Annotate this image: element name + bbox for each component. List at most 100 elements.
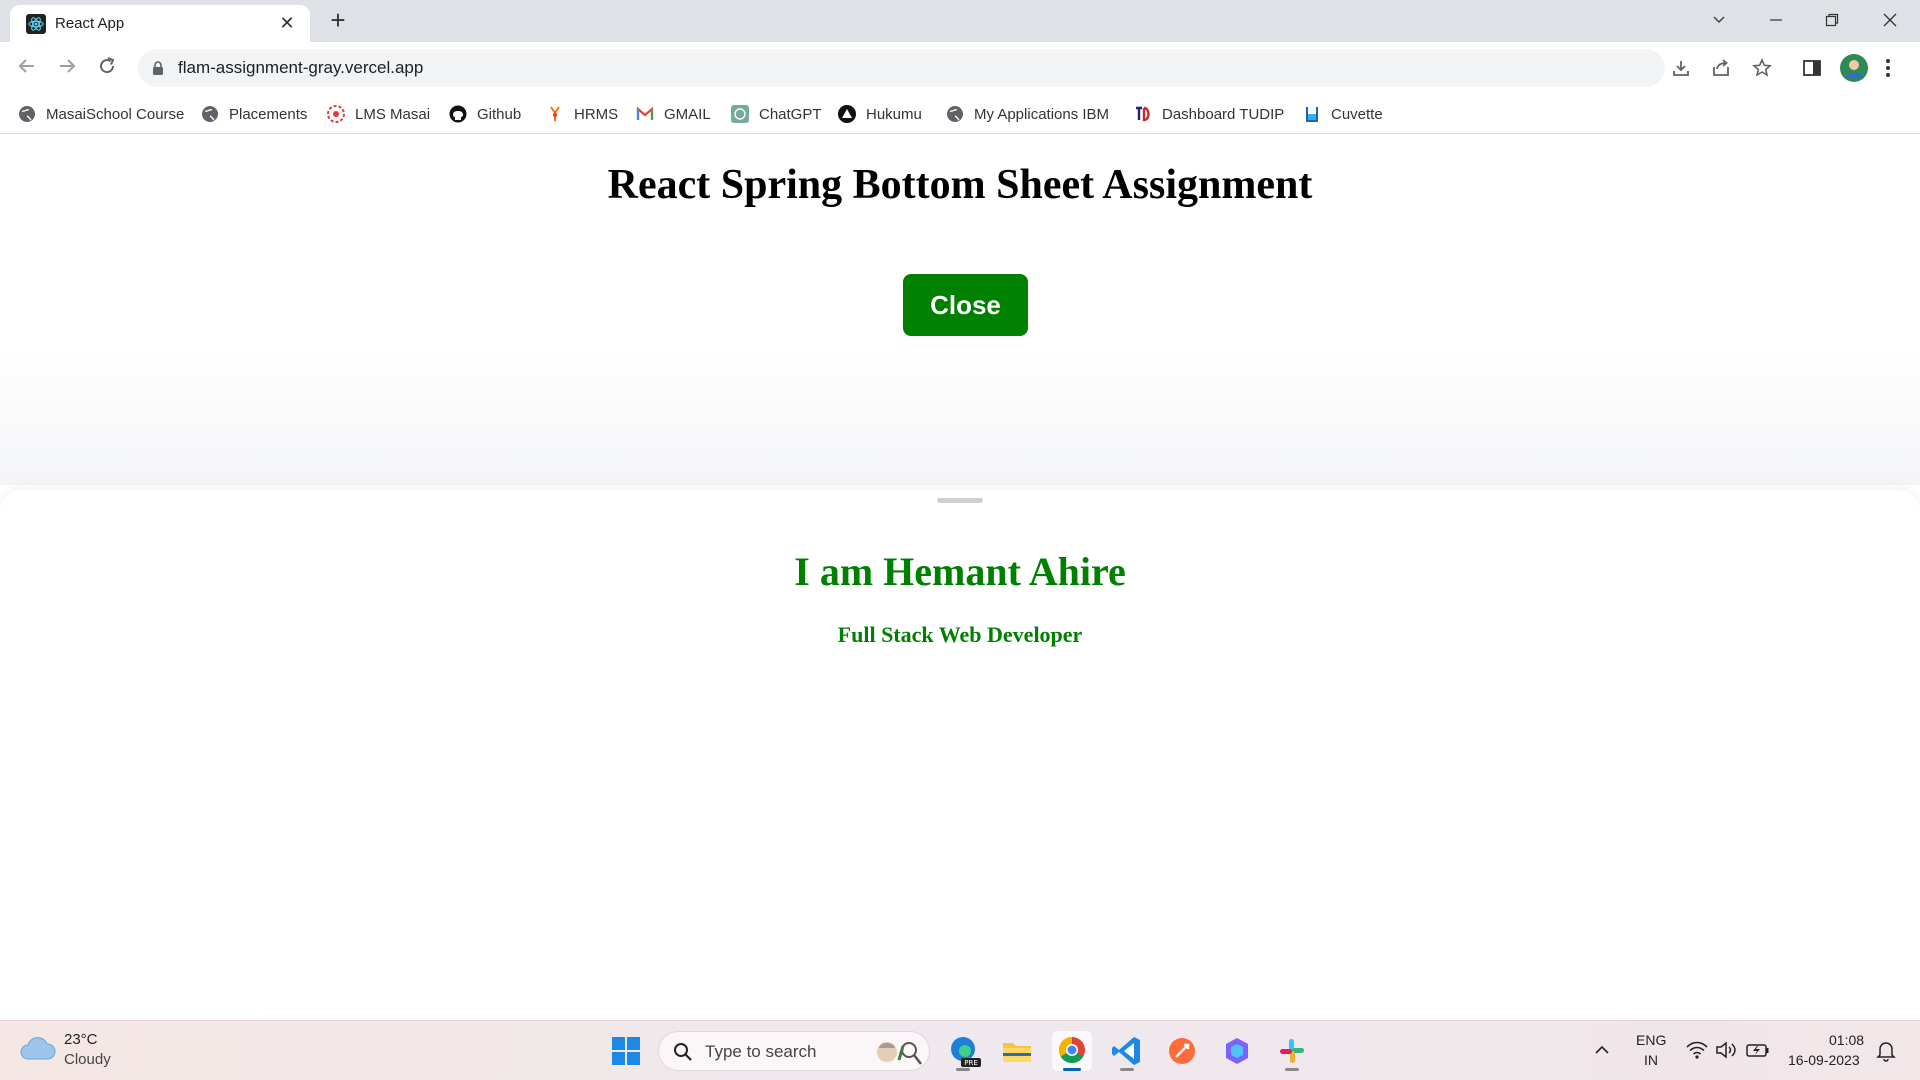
bookmark-label: ChatGPT	[759, 105, 822, 123]
lms-icon	[327, 105, 345, 123]
bookmark-hrms[interactable]: HRMS	[546, 102, 618, 126]
sheet-subheading: Full Stack Web Developer	[837, 622, 1083, 647]
edge-icon: PRE	[951, 1037, 981, 1067]
arrow-right-icon	[60, 59, 76, 73]
sheet-backdrop[interactable]	[0, 345, 1920, 485]
bookmark-gmail[interactable]: GMAIL	[636, 102, 711, 126]
minimize-button[interactable]	[1754, 6, 1798, 36]
browser-toolbar: flam-assignment-gray.vercel.app	[0, 42, 1920, 94]
globe-icon	[947, 106, 963, 122]
restore-icon	[1825, 13, 1839, 27]
copilot-icon	[1226, 1038, 1248, 1064]
chevron-down-icon	[1713, 16, 1725, 24]
hrms-icon	[550, 106, 560, 121]
browser-tab[interactable]: React App ✕	[10, 5, 310, 42]
arrow-left-icon	[18, 59, 34, 73]
taskbar-copilot[interactable]	[1217, 1031, 1257, 1071]
page-content: React Spring Bottom Sheet Assignment Clo…	[0, 135, 1920, 1020]
bookmark-dashboard-tudip[interactable]: Dashboard TUDIP	[1134, 102, 1284, 126]
side-panel-icon[interactable]	[1802, 58, 1822, 78]
tab-search-button[interactable]	[1697, 6, 1741, 36]
vscode-icon	[1112, 1037, 1140, 1065]
bookmarks-bar: MasaiSchool Course Placements LMS Masai …	[0, 94, 1920, 134]
close-icon	[1883, 13, 1897, 27]
running-indicator	[1063, 1068, 1081, 1071]
clock-time[interactable]: 01:08	[1829, 1032, 1864, 1048]
search-placeholder: Type to search	[705, 1042, 817, 1061]
battery-icon[interactable]	[1746, 1041, 1770, 1059]
taskbar-chrome[interactable]	[1052, 1031, 1092, 1071]
notification-bell-icon[interactable]	[1876, 1040, 1896, 1062]
bookmark-star-icon[interactable]	[1752, 58, 1772, 78]
taskbar: 23°C Cloudy Type to search PRE ENG IN 01…	[0, 1020, 1920, 1080]
running-indicator	[956, 1068, 970, 1071]
new-tab-button[interactable]: +	[323, 7, 353, 35]
page-title: React Spring Bottom Sheet Assignment	[607, 162, 1313, 208]
taskbar-edge-preview[interactable]: PRE	[943, 1031, 983, 1071]
reload-icon	[100, 57, 115, 74]
svg-text:PRE: PRE	[964, 1059, 978, 1067]
taskbar-file-explorer[interactable]	[997, 1031, 1037, 1071]
url-text: flam-assignment-gray.vercel.app	[178, 58, 424, 77]
reload-button[interactable]	[92, 54, 122, 84]
tab-title: React App	[55, 15, 125, 32]
browser-tab-strip: React App ✕ +	[0, 0, 1920, 42]
taskbar-slack[interactable]	[1272, 1031, 1312, 1071]
bookmark-chatgpt[interactable]: ChatGPT	[731, 102, 822, 126]
taskbar-postman[interactable]	[1162, 1031, 1202, 1071]
restore-button[interactable]	[1810, 6, 1854, 36]
taskbar-search-box[interactable]: Type to search	[658, 1031, 930, 1071]
wifi-icon[interactable]	[1686, 1041, 1708, 1059]
close-window-button[interactable]	[1868, 6, 1912, 36]
gmail-icon	[636, 106, 654, 120]
bookmark-label: MasaiSchool Course	[46, 105, 185, 123]
taskbar-vscode[interactable]	[1107, 1031, 1147, 1071]
cloud-icon[interactable]	[20, 1035, 56, 1063]
github-icon	[449, 105, 467, 123]
running-indicator	[1120, 1068, 1134, 1071]
bookmark-label: GMAIL	[664, 105, 711, 123]
bookmark-label: Github	[477, 105, 522, 123]
react-favicon-icon	[26, 14, 46, 34]
lock-icon	[153, 61, 163, 75]
bookmark-my-applications-ibm[interactable]: My Applications IBM	[946, 102, 1109, 126]
chrome-icon	[1058, 1036, 1085, 1064]
bookmark-lms-masai[interactable]: LMS Masai	[327, 102, 430, 126]
hukumu-icon	[838, 105, 856, 123]
bookmark-github[interactable]: Github	[449, 102, 521, 126]
bookmark-masaischool-course[interactable]: MasaiSchool Course	[18, 102, 184, 126]
bottom-sheet: I am Hemant Ahire Full Stack Web Develop…	[0, 490, 1920, 1020]
bookmark-hukumu[interactable]: Hukumu	[838, 102, 922, 126]
bookmark-placements[interactable]: Placements	[201, 102, 307, 126]
language-region[interactable]: IN	[1644, 1052, 1658, 1068]
folder-icon	[1003, 1043, 1031, 1062]
chevron-up-icon[interactable]	[1594, 1043, 1610, 1057]
clock-date[interactable]: 16-09-2023	[1788, 1052, 1860, 1068]
sheet-drag-handle[interactable]	[937, 498, 983, 503]
minimize-icon	[1770, 19, 1782, 21]
sheet-heading: I am Hemant Ahire	[794, 549, 1126, 594]
download-icon[interactable]	[1671, 58, 1691, 78]
address-bar[interactable]: flam-assignment-gray.vercel.app	[138, 49, 1772, 87]
bookmark-label: HRMS	[574, 105, 619, 123]
forward-button[interactable]	[52, 54, 82, 84]
share-icon[interactable]	[1711, 58, 1731, 78]
tab-close-button[interactable]: ✕	[276, 12, 298, 34]
bookmark-label: LMS Masai	[355, 105, 431, 123]
weather-temperature[interactable]: 23°C	[64, 1031, 98, 1048]
profile-avatar[interactable]	[1840, 54, 1868, 82]
back-button[interactable]	[12, 54, 42, 84]
more-menu-icon[interactable]	[1884, 58, 1892, 78]
windows-start-icon[interactable]	[610, 1035, 642, 1067]
postman-icon	[1169, 1038, 1195, 1064]
bookmark-label: Cuvette	[1331, 105, 1383, 123]
weather-description[interactable]: Cloudy	[64, 1051, 111, 1068]
slack-icon	[1280, 1039, 1304, 1063]
tudip-icon	[1136, 106, 1150, 122]
bookmark-label: Placements	[229, 105, 308, 123]
bookmark-cuvette[interactable]: Cuvette	[1303, 102, 1383, 126]
close-button[interactable]: Close	[903, 274, 1028, 336]
bookmark-label: Dashboard TUDIP	[1162, 105, 1285, 123]
language-indicator[interactable]: ENG	[1636, 1032, 1666, 1048]
volume-icon[interactable]	[1715, 1040, 1737, 1060]
